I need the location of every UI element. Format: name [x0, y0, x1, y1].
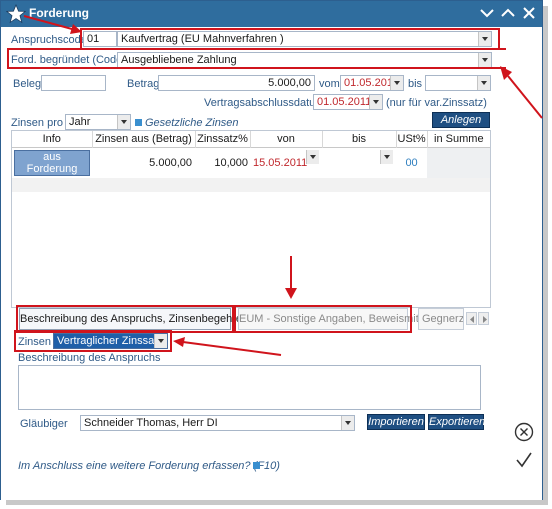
grid-header-zinsen-aus: Zinsen aus (Betrag) — [92, 131, 196, 147]
annotation-box-tab-eum — [234, 305, 412, 333]
bis-date-field[interactable] — [425, 75, 491, 91]
collapse-icon[interactable] — [478, 4, 496, 22]
chevron-down-icon[interactable] — [306, 149, 319, 164]
chevron-down-icon[interactable] — [341, 416, 354, 430]
vertragsabschlussdatum-value: 01.05.2011 — [317, 96, 372, 108]
weitere-forderung-checkbox[interactable] — [253, 462, 260, 469]
gesetzliche-zinsen-checkbox[interactable] — [135, 119, 142, 126]
expand-icon[interactable] — [499, 4, 517, 22]
grid-cell-info[interactable]: aus Forderung — [14, 149, 90, 176]
grid-cell-bis[interactable] — [322, 147, 396, 178]
importieren-button[interactable]: Importieren — [367, 414, 425, 430]
exportieren-button[interactable]: Exportieren — [428, 414, 485, 430]
vom-date-field[interactable]: 01.05.2011 — [340, 75, 404, 91]
cancel-circle-icon[interactable] — [514, 422, 534, 442]
grid-header-von: von — [250, 131, 323, 147]
annotation-arrow-left — [173, 337, 282, 356]
grid-header-zinssatz: Zinssatz% — [195, 131, 251, 147]
tab-gegnerzu[interactable]: Gegnerzu — [418, 308, 464, 330]
glaeubiger-select[interactable]: Schneider Thomas, Herr DI — [80, 415, 355, 431]
tab-scroll-right[interactable] — [478, 312, 489, 325]
table-row[interactable]: aus Forderung 5.000,00 10,000 15.05.2011… — [12, 147, 490, 178]
glaeubiger-label: Gläubiger — [20, 418, 68, 430]
grid-header-ust: USt% — [396, 131, 428, 147]
chevron-down-icon[interactable] — [477, 76, 490, 90]
grid-header-bis: bis — [322, 131, 397, 147]
zinsen-pro-label: Zinsen pro — [11, 117, 63, 129]
chevron-left-icon — [470, 316, 474, 323]
chevron-right-icon — [483, 316, 487, 323]
grid-header-info: Info — [12, 131, 93, 147]
anlegen-button[interactable]: Anlegen — [432, 112, 490, 128]
vertragsabschlussdatum-label: Vertragsabschlussdatum — [204, 97, 325, 109]
zinsen-grid: Info Zinsen aus (Betrag) Zinssatz% von b… — [11, 130, 491, 308]
beleg-label: Beleg — [13, 78, 42, 90]
grid-cell-zinssatz[interactable]: 10,000 — [195, 147, 250, 178]
annotation-arrow-down — [285, 256, 297, 299]
annotation-box-ford — [7, 48, 508, 69]
close-icon[interactable] — [520, 4, 538, 22]
vom-label: vom — [319, 78, 340, 90]
betrag-input[interactable]: 5.000,00 — [158, 75, 315, 91]
annotation-arrow-top — [24, 15, 82, 34]
dialog-content: Anspruchscode 01 Kaufvertrag (EU Mahnver… — [1, 28, 508, 500]
var-zinssatz-note: (nur für var.Zinssatz) — [386, 97, 487, 109]
glaeubiger-value: Schneider Thomas, Herr DI — [84, 417, 218, 429]
betrag-label: Betrag — [127, 78, 160, 90]
grid-cell-ust[interactable]: 00 — [396, 147, 427, 178]
weitere-forderung-label: Im Anschluss eine weitere Forderung erfa… — [18, 460, 280, 472]
annotation-box-anspruchscode — [80, 28, 500, 50]
zinsen-pro-select[interactable]: Jahr — [65, 114, 131, 130]
chevron-down-icon[interactable] — [380, 149, 393, 164]
window-shadow-bottom — [6, 500, 548, 505]
beleg-input[interactable] — [41, 75, 106, 91]
annotation-box-zinsen — [14, 330, 172, 352]
checkmark-icon[interactable] — [514, 450, 534, 470]
star-icon — [6, 4, 26, 24]
beschreibung-label: Beschreibung des Anspruchs — [18, 352, 161, 364]
bis-label: bis — [408, 78, 423, 90]
zinsen-pro-value: Jahr — [69, 116, 91, 128]
grid-cell-von[interactable]: 15.05.2011 — [250, 147, 322, 178]
gesetzliche-zinsen-label: Gesetzliche Zinsen — [145, 117, 239, 129]
grid-header-summe: in Summe — [434, 132, 484, 145]
annotation-arrow-right — [500, 66, 543, 119]
vertragsabschlussdatum-field[interactable]: 01.05.2011 — [313, 94, 383, 110]
chevron-down-icon[interactable] — [390, 76, 403, 90]
grid-cell-von-value: 15.05.2011 — [253, 156, 308, 169]
chevron-down-icon[interactable] — [117, 115, 130, 129]
grid-cell-betrag[interactable]: 5.000,00 — [92, 147, 195, 178]
grid-cell-summe[interactable] — [427, 147, 490, 178]
annotation-box-tab-beschreibung — [16, 305, 234, 333]
chevron-down-icon[interactable] — [369, 95, 382, 109]
tab-scroll-left[interactable] — [466, 312, 477, 325]
grid-empty-row — [12, 178, 490, 192]
beschreibung-textarea[interactable] — [18, 365, 481, 410]
